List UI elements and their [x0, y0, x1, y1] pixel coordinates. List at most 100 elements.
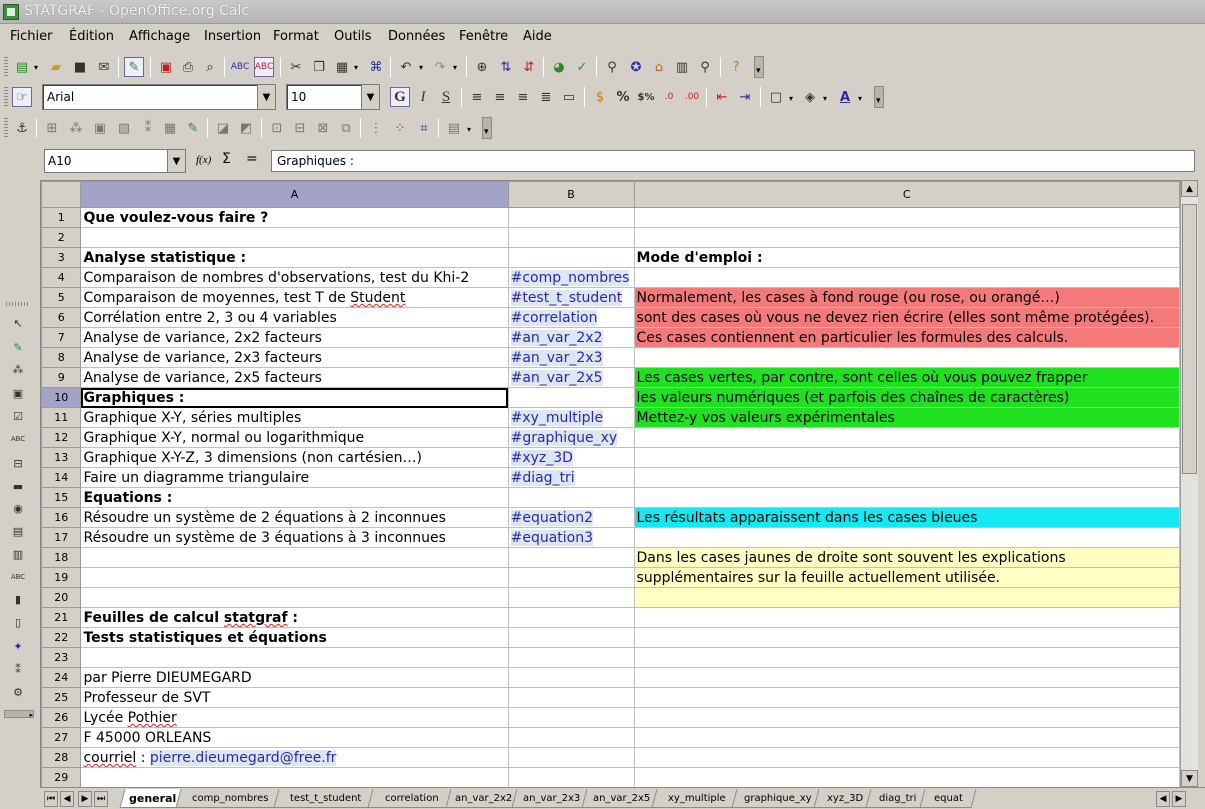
new-icon[interactable]: ▤	[12, 57, 32, 77]
font-name-combo[interactable]: Arial ▼	[42, 84, 276, 110]
design-mode-icon[interactable]: ✎	[8, 338, 28, 356]
clone-formatting-icon[interactable]: ⌘	[366, 57, 386, 77]
cell-c[interactable]	[633, 607, 1180, 628]
cell-c[interactable]: Dans les cases jaunes de droite sont sou…	[633, 547, 1180, 568]
form-design-icon[interactable]: ▯	[8, 613, 28, 631]
row-header[interactable]: 5	[41, 287, 82, 308]
scroll-up-icon[interactable]: ▲	[1181, 180, 1198, 197]
cell-b[interactable]	[507, 727, 635, 748]
last-sheet-icon[interactable]: ⏭	[94, 791, 108, 807]
row-header[interactable]: 28	[41, 747, 82, 768]
cell-c[interactable]: Ces cases contiennent en particulier les…	[633, 327, 1180, 348]
row-header[interactable]: 10	[41, 387, 82, 408]
scroll-left-icon[interactable]: ◀	[1156, 791, 1170, 807]
first-sheet-icon[interactable]: ⏮	[44, 791, 58, 807]
italic-button[interactable]: I	[413, 87, 433, 107]
scroll-right-icon[interactable]: ▶	[1172, 791, 1186, 807]
copy-icon[interactable]: ❐	[309, 57, 329, 77]
row-header[interactable]: 20	[41, 587, 82, 608]
select-icon[interactable]: ↖	[8, 314, 28, 332]
cell-c[interactable]: Les cases vertes, par contre, sont celle…	[633, 367, 1180, 388]
cell-c[interactable]	[633, 747, 1180, 768]
form-properties-icon[interactable]: ▣	[8, 384, 28, 402]
sum-button[interactable]: Σ	[222, 151, 231, 167]
underline-button[interactable]: S	[436, 87, 456, 107]
back-icon[interactable]: ◩	[236, 118, 256, 138]
cell-b[interactable]: #correlation	[507, 307, 635, 328]
cell-c[interactable]: Normalement, les cases à fond rouge (ou …	[633, 287, 1180, 308]
sheet-tab-xy-multiple[interactable]: xy_multiple	[651, 789, 743, 808]
cell-b[interactable]	[507, 207, 635, 228]
currency-icon[interactable]: $	[590, 87, 610, 107]
cell-a[interactable]: Graphique X-Y, normal ou logarithmique	[80, 427, 509, 448]
standard-format-icon[interactable]: $%	[636, 87, 656, 107]
name-box[interactable]: A10 ▼	[44, 149, 186, 173]
cell-a[interactable]: Analyse de variance, 2x5 facteurs	[80, 367, 509, 388]
sheet-link[interactable]: #comp_nombres	[510, 270, 630, 286]
row-header[interactable]: 6	[41, 307, 82, 328]
control-icon[interactable]: ⁑	[138, 118, 158, 138]
option-button-icon[interactable]: ◉	[8, 499, 28, 517]
open-icon[interactable]: ▰	[46, 57, 66, 77]
cell-c[interactable]	[633, 227, 1180, 248]
menu-fichier[interactable]: Fichier	[10, 29, 53, 44]
formatted-field-icon[interactable]: ⊟	[8, 454, 28, 472]
toolbar-options-icon[interactable]	[482, 117, 492, 139]
image-icon[interactable]: ▣	[90, 118, 110, 138]
row-header[interactable]: 22	[41, 627, 82, 648]
cell-b[interactable]: #diag_tri	[507, 467, 635, 488]
justify-icon[interactable]: ≣	[536, 87, 556, 107]
toolbar-grip[interactable]	[4, 87, 8, 107]
cell-b[interactable]	[507, 607, 635, 628]
cell-b[interactable]	[507, 487, 635, 508]
row-header[interactable]: 13	[41, 447, 82, 468]
form-design-dropdown-icon[interactable]: ▾	[467, 125, 471, 134]
row-header[interactable]: 9	[41, 367, 82, 388]
toolbar-grip[interactable]	[4, 118, 8, 138]
bold-button[interactable]: G	[390, 87, 410, 107]
row-header[interactable]: 1	[41, 207, 82, 228]
sort-ascending-icon[interactable]: ⇅	[496, 57, 516, 77]
borders-dropdown-icon[interactable]: ▾	[789, 94, 793, 103]
label-field-icon[interactable]: ABC	[8, 568, 28, 586]
toolbar-options-icon[interactable]	[754, 56, 764, 78]
column-header-c[interactable]: C	[633, 181, 1180, 208]
cell-b[interactable]	[507, 687, 635, 708]
cell-a[interactable]: Faire un diagramme triangulaire	[80, 467, 509, 488]
cell-a[interactable]: Analyse de variance, 2x3 facteurs	[80, 347, 509, 368]
sheet-tab-comp-nombres[interactable]: comp_nombres	[175, 789, 285, 808]
cell-c[interactable]	[633, 207, 1180, 228]
cell-c[interactable]	[633, 447, 1180, 468]
cell-c[interactable]	[633, 527, 1180, 548]
cell-c[interactable]	[633, 727, 1180, 748]
menu-aide[interactable]: Aide	[523, 29, 552, 44]
cell-c[interactable]	[633, 707, 1180, 728]
cell-c[interactable]	[633, 587, 1180, 608]
sheet-tab-test-t-student[interactable]: test_t_student	[273, 789, 379, 808]
prev-sheet-icon[interactable]: ◀	[60, 791, 74, 807]
toolbar-options-icon[interactable]	[874, 86, 884, 108]
row-header[interactable]: 2	[41, 227, 82, 248]
form-navigator-icon[interactable]: ⁑	[8, 660, 28, 678]
row-header[interactable]: 23	[41, 647, 82, 668]
cell-b[interactable]	[507, 227, 635, 248]
bring-front-icon[interactable]: ⊞	[42, 118, 62, 138]
row-header[interactable]: 26	[41, 707, 82, 728]
font-color-dropdown-icon[interactable]: ▾	[858, 94, 862, 103]
arrange-icon[interactable]: ⊟	[290, 118, 310, 138]
edit-icon[interactable]: ✎	[183, 118, 203, 138]
borders-icon[interactable]: □	[766, 87, 786, 107]
zoom-icon[interactable]: ⚲	[695, 57, 715, 77]
redo-dropdown-icon[interactable]: ▾	[453, 63, 457, 72]
cell-c[interactable]: Les résultats apparaissent dans les case…	[633, 507, 1180, 528]
cell-c[interactable]	[633, 667, 1180, 688]
row-header[interactable]: 21	[41, 607, 82, 628]
cell-b[interactable]	[507, 767, 635, 787]
chevron-down-icon[interactable]: ▼	[167, 150, 185, 172]
menu-insertion[interactable]: Insertion	[204, 29, 261, 44]
cell-b[interactable]	[507, 627, 635, 648]
spreadsheet-grid[interactable]: A B C 1 Que voulez-vous faire ? 2 3 Analyse …	[40, 180, 1180, 787]
cell-a[interactable]: Graphiques :	[80, 387, 509, 408]
cell-c[interactable]: supplémentaires sur la feuille actuellem…	[633, 567, 1180, 588]
cell-a[interactable]: Graphique X-Y, séries multiples	[80, 407, 509, 428]
